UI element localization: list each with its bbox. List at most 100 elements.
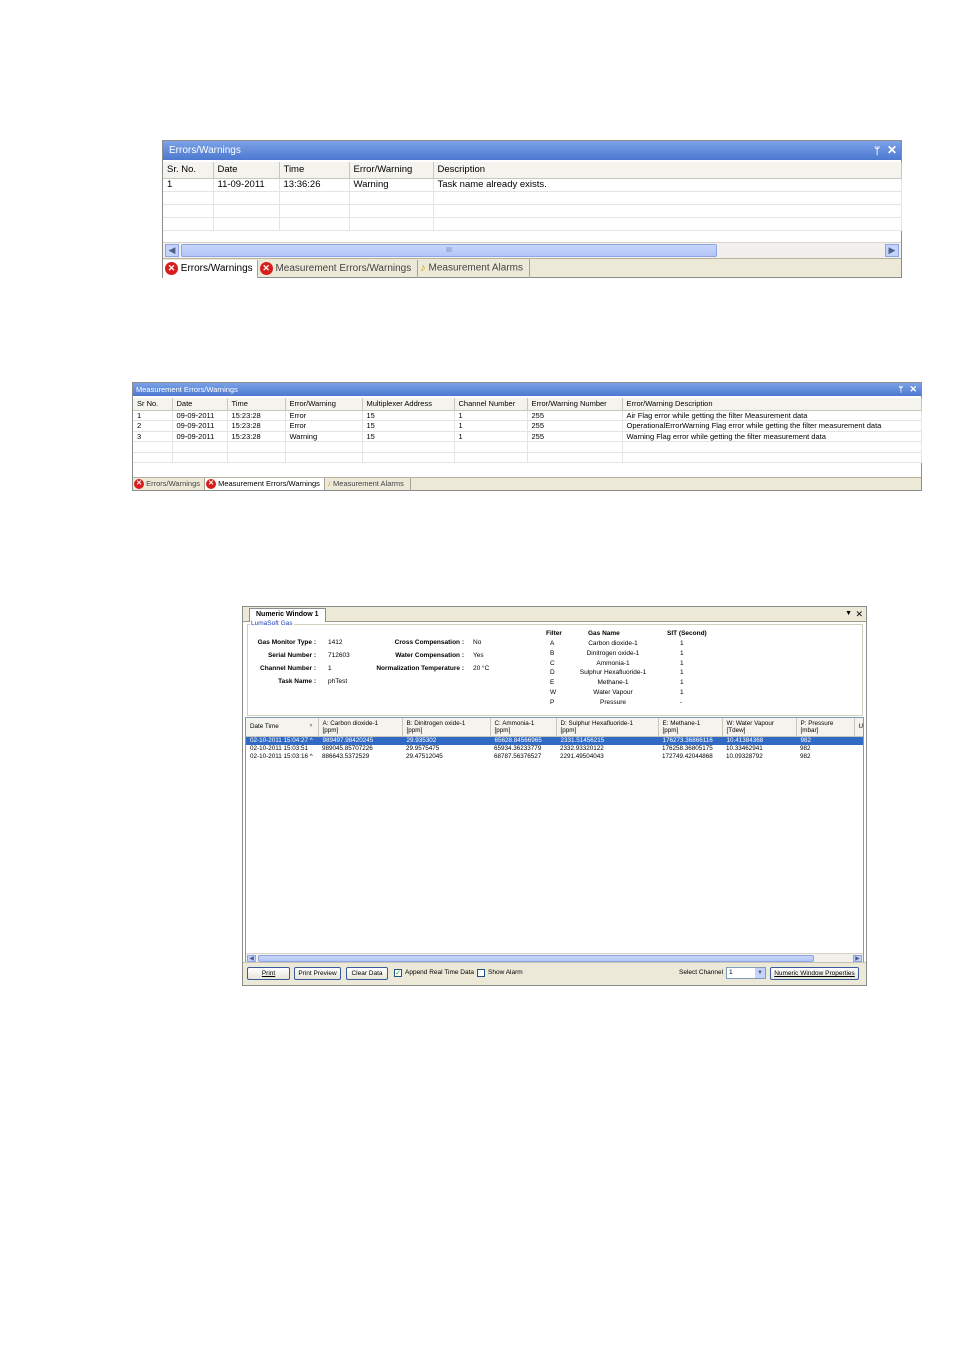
table-row[interactable]: 02-10-2011 15:03:51 989045.85707226 29.9… [246,744,863,752]
error-icon: ✕ [165,261,178,275]
column-header[interactable]: C: Ammonia-1 [ppm] [490,718,557,737]
column-header-name: A: Carbon dioxide-1 [322,719,379,727]
errors-horizontal-scrollbar[interactable]: ◀ III ▶ [163,242,901,258]
scroll-thumb[interactable] [258,955,814,962]
numeric-window-properties-button[interactable]: Numeric Window Properties [770,967,859,980]
error-icon: ✕ [206,479,216,490]
column-header[interactable]: Error/Warning [285,398,363,411]
table-row[interactable]: 02-10-2011 15:03:16 ^ 886643.5372529 29.… [246,752,863,760]
table-row[interactable]: 2 09-09-2011 15:23:28 Error 15 1 255 Ope… [133,420,922,432]
column-header[interactable]: Sr No. [133,398,173,411]
filter-letter: P [550,698,555,706]
errors-panel-title: Errors/Warnings [169,145,241,156]
column-header[interactable]: Error/Warning Number [527,398,623,411]
info-label: Serial Number : [267,652,316,659]
close-icon[interactable]: ✕ [855,607,863,621]
info-label: Normalization Temperature : [376,665,464,672]
tab-label: Measurement Errors/Warnings [275,262,412,274]
list-item: P Pressure - [538,699,718,709]
tab-errors-warnings[interactable]: ✕ Errors/Warnings [133,478,205,490]
scroll-thumb[interactable]: III [181,244,717,257]
scroll-left-icon[interactable]: ◀ [247,955,256,962]
column-header[interactable]: A: Carbon dioxide-1 [ppm] [318,718,403,737]
column-header[interactable]: Multiplexer Address [362,398,455,411]
scroll-right-icon[interactable]: ▶ [885,244,899,257]
tab-measurement-alarms[interactable]: ♪ Measurement Alarms [325,478,411,491]
table-cell: Warning Flag error while getting the fil… [622,431,922,442]
scroll-left-icon[interactable]: ◀ [165,244,179,257]
table-cell: 1 [454,410,528,421]
data-header-row: Date Time ▼ A: Carbon dioxide-1 [ppm] B: … [246,718,863,737]
close-icon[interactable]: ✕ [909,383,917,396]
table-cell: 29.9575475 [406,744,440,752]
tab-errors-warnings[interactable]: ✕ Errors/Warnings [163,259,258,278]
tab-measurement-errors-warnings[interactable]: ✕ Measurement Errors/Warnings [258,259,419,278]
table-cell: Air Flag error while getting the filter … [622,410,922,421]
show-alarm-checkbox[interactable] [477,969,485,977]
window-menu-icon[interactable]: ▼ [845,607,852,621]
table-cell: 1 [133,410,173,421]
info-value: 1412 [328,639,343,646]
table-cell: 989497.98420245 [318,736,403,745]
pin-icon[interactable]: ᛘ [874,142,880,161]
column-header[interactable]: Date Time ▼ [246,718,319,737]
table-row-selected[interactable]: 02-10-2011 15:04:27 ^ 989497.98420245 29… [246,736,863,745]
column-header[interactable]: Time [227,398,286,411]
table-cell: Error [285,420,363,432]
table-cell: 09-09-2011 [172,410,228,421]
close-icon[interactable]: ✕ [887,141,897,160]
tab-measurement-alarms[interactable]: ♪ Measurement Alarms [418,259,530,278]
table-row [133,452,922,463]
column-header[interactable]: Sr. No. [163,162,214,179]
table-row [163,191,902,205]
column-header[interactable]: Description [433,162,902,179]
info-group: LumaSoft Gas Gas Monitor Type : 1412 Ser… [247,620,863,716]
select-channel-label: Select Channel [679,969,724,976]
table-row[interactable]: 1 09-09-2011 15:23:28 Error 15 1 255 Air… [133,410,922,421]
print-preview-button[interactable]: Print Preview [294,967,341,980]
table-cell: 65934.36233779 [494,744,542,752]
clear-data-button[interactable]: Clear Data [346,967,388,980]
column-header[interactable]: D: Sulphur Hexafluoride-1 [ppm] [556,718,659,737]
scroll-right-icon[interactable]: ▶ [853,955,862,962]
column-header[interactable]: Channel Number [454,398,528,411]
filter-gas: Methane-1 [597,679,629,687]
filter-letter: B [550,649,555,657]
column-header-unit: [Tdew] [726,726,746,734]
print-button[interactable]: Print [247,967,290,980]
table-cell: 15 [362,420,455,432]
errors-panel-titlebar: Errors/Warnings ᛘ ✕ [163,141,901,160]
select-channel-dropdown[interactable]: 1 ▼ [726,967,766,979]
table-row[interactable]: 1 11-09-2011 13:36:26 Warning Task name … [163,178,902,192]
table-cell: 3 [133,431,173,442]
column-header[interactable]: W: Water Vapour [Tdew] [722,718,797,737]
column-header[interactable]: Error/Warning [349,162,434,179]
clear-data-button-label: Clear Data [351,970,383,977]
column-header[interactable]: Date [172,398,228,411]
column-header-unit: [ppm] [322,726,339,734]
tab-measurement-errors-warnings[interactable]: ✕ Measurement Errors/Warnings [205,478,325,490]
chevron-down-icon[interactable]: ▼ [755,968,765,978]
column-header[interactable]: Time [279,162,350,179]
table-cell: 65628.84566965 [490,736,557,745]
table-row[interactable]: 3 09-09-2011 15:23:28 Warning 15 1 255 W… [133,431,922,442]
column-header[interactable]: Date [213,162,280,179]
column-header[interactable]: B: Dinitrogen oxide-1 [ppm] [402,718,491,737]
pin-icon[interactable]: ᛘ [899,383,904,396]
table-cell: 2331.51456215 [556,736,659,745]
column-header[interactable]: E: Methane-1 [ppm] [658,718,723,737]
info-value: phTest [328,678,348,685]
meas-header-row: Sr No. Date Time Error/Warning Multiplex… [133,398,922,411]
info-label: Cross Compensation : [394,639,464,646]
append-real-time-checkbox[interactable]: ✓ [394,969,402,977]
column-header[interactable]: Error/Warning Description [622,398,922,411]
info-label: Gas Monitor Type : [257,639,316,646]
filter-letter: A [550,640,555,647]
column-header[interactable]: P: Pressure [mbar] [796,718,855,737]
column-header-name: C: Ammonia-1 [494,719,535,727]
column-header[interactable]: Us [854,718,863,737]
filter-sit: 1 [680,688,684,696]
table-cell: 13:36:26 [279,178,350,192]
table-cell: 2291.49504043 [560,752,604,760]
measurement-errors-table: Sr No. Date Time Error/Warning Multiplex… [133,398,922,463]
